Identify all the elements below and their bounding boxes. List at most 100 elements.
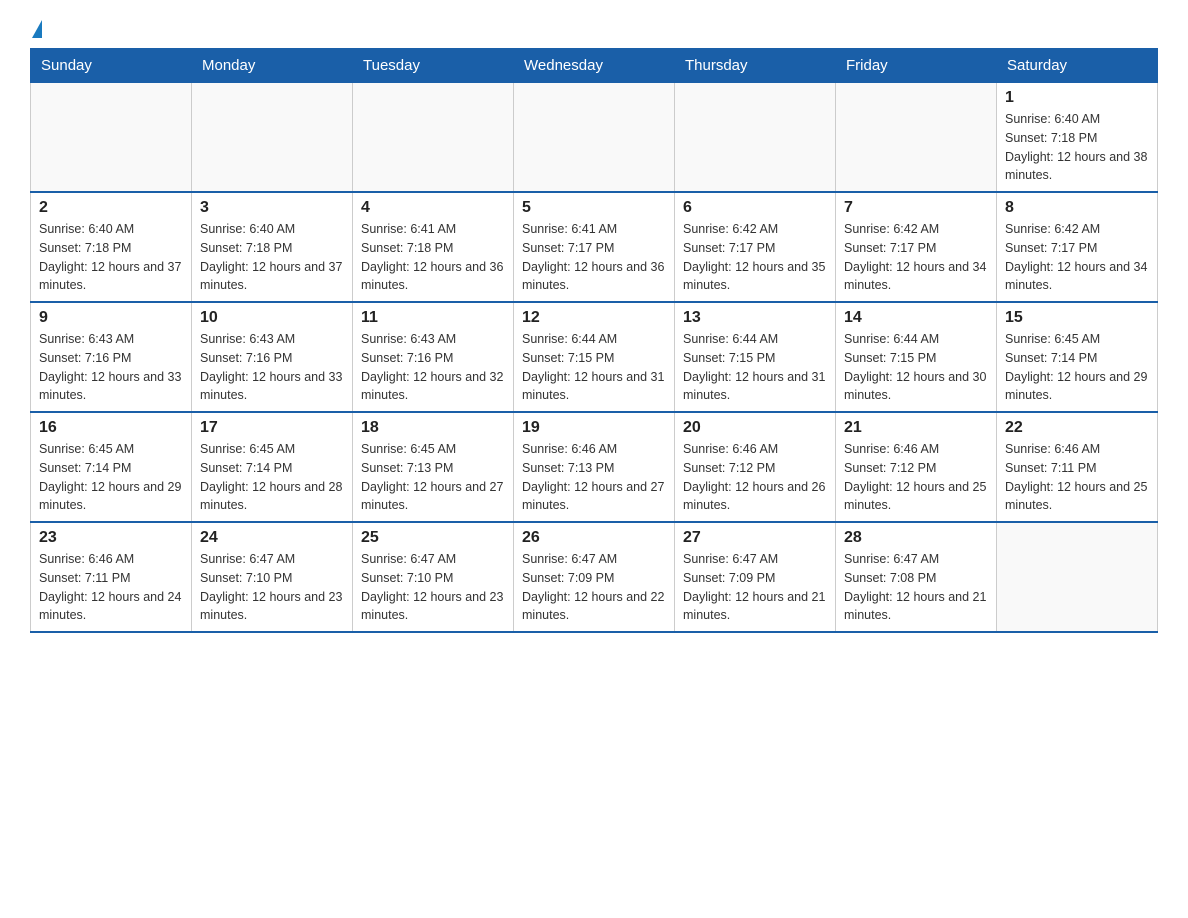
day-info: Sunrise: 6:47 AMSunset: 7:10 PMDaylight:… <box>200 550 344 625</box>
day-info: Sunrise: 6:43 AMSunset: 7:16 PMDaylight:… <box>361 330 505 405</box>
calendar-header-cell: Sunday <box>31 49 192 83</box>
day-info: Sunrise: 6:41 AMSunset: 7:17 PMDaylight:… <box>522 220 666 295</box>
day-info: Sunrise: 6:43 AMSunset: 7:16 PMDaylight:… <box>39 330 183 405</box>
day-info: Sunrise: 6:47 AMSunset: 7:09 PMDaylight:… <box>683 550 827 625</box>
day-number: 14 <box>844 309 988 327</box>
calendar-day-cell <box>31 83 192 193</box>
calendar-header-row: SundayMondayTuesdayWednesdayThursdayFrid… <box>31 49 1158 83</box>
calendar-day-cell <box>514 83 675 193</box>
day-number: 13 <box>683 309 827 327</box>
day-number: 25 <box>361 529 505 547</box>
calendar-header-cell: Friday <box>836 49 997 83</box>
calendar-day-cell: 7 Sunrise: 6:42 AMSunset: 7:17 PMDaylight… <box>836 192 997 302</box>
calendar-day-cell: 20 Sunrise: 6:46 AMSunset: 7:12 PMDayligh… <box>675 412 836 522</box>
calendar-week-row: 9Sunrise: 6:43 AMSunset: 7:16 PMDaylight… <box>31 302 1158 412</box>
calendar-day-cell: 10 Sunrise: 6:43 AMSunset: 7:16 PMDayligh… <box>192 302 353 412</box>
day-number: 17 <box>200 419 344 437</box>
calendar-day-cell <box>836 83 997 193</box>
calendar-day-cell: 26 Sunrise: 6:47 AMSunset: 7:09 PMDayligh… <box>514 522 675 632</box>
day-number: 11 <box>361 309 505 327</box>
day-number: 23 <box>39 529 183 547</box>
day-info: Sunrise: 6:47 AMSunset: 7:10 PMDaylight:… <box>361 550 505 625</box>
day-number: 2 <box>39 199 183 217</box>
calendar-header-cell: Tuesday <box>353 49 514 83</box>
day-info: Sunrise: 6:44 AMSunset: 7:15 PMDaylight:… <box>683 330 827 405</box>
calendar-header: SundayMondayTuesdayWednesdayThursdayFrid… <box>31 49 1158 83</box>
calendar-day-cell: 5Sunrise: 6:41 AMSunset: 7:17 PMDaylight… <box>514 192 675 302</box>
day-number: 27 <box>683 529 827 547</box>
day-info: Sunrise: 6:46 AMSunset: 7:12 PMDaylight:… <box>683 440 827 515</box>
calendar-day-cell: 25 Sunrise: 6:47 AMSunset: 7:10 PMDayligh… <box>353 522 514 632</box>
calendar-day-cell <box>997 522 1158 632</box>
day-info: Sunrise: 6:43 AMSunset: 7:16 PMDaylight:… <box>200 330 344 405</box>
day-info: Sunrise: 6:45 AMSunset: 7:14 PMDaylight:… <box>39 440 183 515</box>
day-info: Sunrise: 6:46 AMSunset: 7:12 PMDaylight:… <box>844 440 988 515</box>
calendar-day-cell: 14Sunrise: 6:44 AMSunset: 7:15 PMDayligh… <box>836 302 997 412</box>
page-header <box>30 20 1158 38</box>
day-number: 15 <box>1005 309 1149 327</box>
day-number: 8 <box>1005 199 1149 217</box>
calendar-day-cell: 27 Sunrise: 6:47 AMSunset: 7:09 PMDayligh… <box>675 522 836 632</box>
day-info: Sunrise: 6:40 AMSunset: 7:18 PMDaylight:… <box>1005 110 1149 185</box>
calendar-day-cell: 21 Sunrise: 6:46 AMSunset: 7:12 PMDayligh… <box>836 412 997 522</box>
day-info: Sunrise: 6:42 AMSunset: 7:17 PMDaylight:… <box>1005 220 1149 295</box>
calendar-week-row: 1 Sunrise: 6:40 AMSunset: 7:18 PMDaylight… <box>31 83 1158 193</box>
calendar-day-cell: 15 Sunrise: 6:45 AMSunset: 7:14 PMDayligh… <box>997 302 1158 412</box>
day-number: 19 <box>522 419 666 437</box>
day-info: Sunrise: 6:47 AMSunset: 7:09 PMDaylight:… <box>522 550 666 625</box>
day-info: Sunrise: 6:42 AMSunset: 7:17 PMDaylight:… <box>683 220 827 295</box>
calendar-day-cell: 19 Sunrise: 6:46 AMSunset: 7:13 PMDayligh… <box>514 412 675 522</box>
calendar-day-cell: 1 Sunrise: 6:40 AMSunset: 7:18 PMDaylight… <box>997 83 1158 193</box>
day-info: Sunrise: 6:45 AMSunset: 7:14 PMDaylight:… <box>1005 330 1149 405</box>
calendar-day-cell: 16 Sunrise: 6:45 AMSunset: 7:14 PMDayligh… <box>31 412 192 522</box>
calendar-body: 1 Sunrise: 6:40 AMSunset: 7:18 PMDaylight… <box>31 83 1158 633</box>
calendar-week-row: 16 Sunrise: 6:45 AMSunset: 7:14 PMDayligh… <box>31 412 1158 522</box>
day-info: Sunrise: 6:42 AMSunset: 7:17 PMDaylight:… <box>844 220 988 295</box>
calendar-day-cell: 17 Sunrise: 6:45 AMSunset: 7:14 PMDayligh… <box>192 412 353 522</box>
day-number: 3 <box>200 199 344 217</box>
day-number: 12 <box>522 309 666 327</box>
day-info: Sunrise: 6:40 AMSunset: 7:18 PMDaylight:… <box>200 220 344 295</box>
day-info: Sunrise: 6:45 AMSunset: 7:13 PMDaylight:… <box>361 440 505 515</box>
calendar-header-cell: Wednesday <box>514 49 675 83</box>
calendar-day-cell: 6 Sunrise: 6:42 AMSunset: 7:17 PMDaylight… <box>675 192 836 302</box>
calendar-week-row: 2 Sunrise: 6:40 AMSunset: 7:18 PMDaylight… <box>31 192 1158 302</box>
day-number: 18 <box>361 419 505 437</box>
day-number: 4 <box>361 199 505 217</box>
calendar-day-cell: 28 Sunrise: 6:47 AMSunset: 7:08 PMDayligh… <box>836 522 997 632</box>
day-info: Sunrise: 6:47 AMSunset: 7:08 PMDaylight:… <box>844 550 988 625</box>
day-info: Sunrise: 6:46 AMSunset: 7:11 PMDaylight:… <box>39 550 183 625</box>
calendar-day-cell: 4 Sunrise: 6:41 AMSunset: 7:18 PMDaylight… <box>353 192 514 302</box>
day-number: 21 <box>844 419 988 437</box>
calendar-day-cell: 24Sunrise: 6:47 AMSunset: 7:10 PMDayligh… <box>192 522 353 632</box>
calendar-header-cell: Monday <box>192 49 353 83</box>
day-number: 22 <box>1005 419 1149 437</box>
day-number: 7 <box>844 199 988 217</box>
day-info: Sunrise: 6:46 AMSunset: 7:13 PMDaylight:… <box>522 440 666 515</box>
calendar-table: SundayMondayTuesdayWednesdayThursdayFrid… <box>30 48 1158 633</box>
day-number: 28 <box>844 529 988 547</box>
calendar-day-cell <box>192 83 353 193</box>
calendar-day-cell: 11 Sunrise: 6:43 AMSunset: 7:16 PMDayligh… <box>353 302 514 412</box>
day-number: 20 <box>683 419 827 437</box>
calendar-day-cell: 18 Sunrise: 6:45 AMSunset: 7:13 PMDayligh… <box>353 412 514 522</box>
day-number: 16 <box>39 419 183 437</box>
day-number: 26 <box>522 529 666 547</box>
day-info: Sunrise: 6:40 AMSunset: 7:18 PMDaylight:… <box>39 220 183 295</box>
calendar-day-cell <box>675 83 836 193</box>
logo-triangle-icon <box>32 20 42 38</box>
calendar-day-cell: 13 Sunrise: 6:44 AMSunset: 7:15 PMDayligh… <box>675 302 836 412</box>
calendar-day-cell <box>353 83 514 193</box>
calendar-week-row: 23 Sunrise: 6:46 AMSunset: 7:11 PMDayligh… <box>31 522 1158 632</box>
day-info: Sunrise: 6:41 AMSunset: 7:18 PMDaylight:… <box>361 220 505 295</box>
calendar-header-cell: Thursday <box>675 49 836 83</box>
logo <box>30 20 42 38</box>
calendar-day-cell: 8 Sunrise: 6:42 AMSunset: 7:17 PMDaylight… <box>997 192 1158 302</box>
day-info: Sunrise: 6:45 AMSunset: 7:14 PMDaylight:… <box>200 440 344 515</box>
calendar-day-cell: 3 Sunrise: 6:40 AMSunset: 7:18 PMDaylight… <box>192 192 353 302</box>
calendar-day-cell: 2 Sunrise: 6:40 AMSunset: 7:18 PMDaylight… <box>31 192 192 302</box>
day-number: 1 <box>1005 89 1149 107</box>
day-number: 10 <box>200 309 344 327</box>
day-info: Sunrise: 6:46 AMSunset: 7:11 PMDaylight:… <box>1005 440 1149 515</box>
day-number: 6 <box>683 199 827 217</box>
